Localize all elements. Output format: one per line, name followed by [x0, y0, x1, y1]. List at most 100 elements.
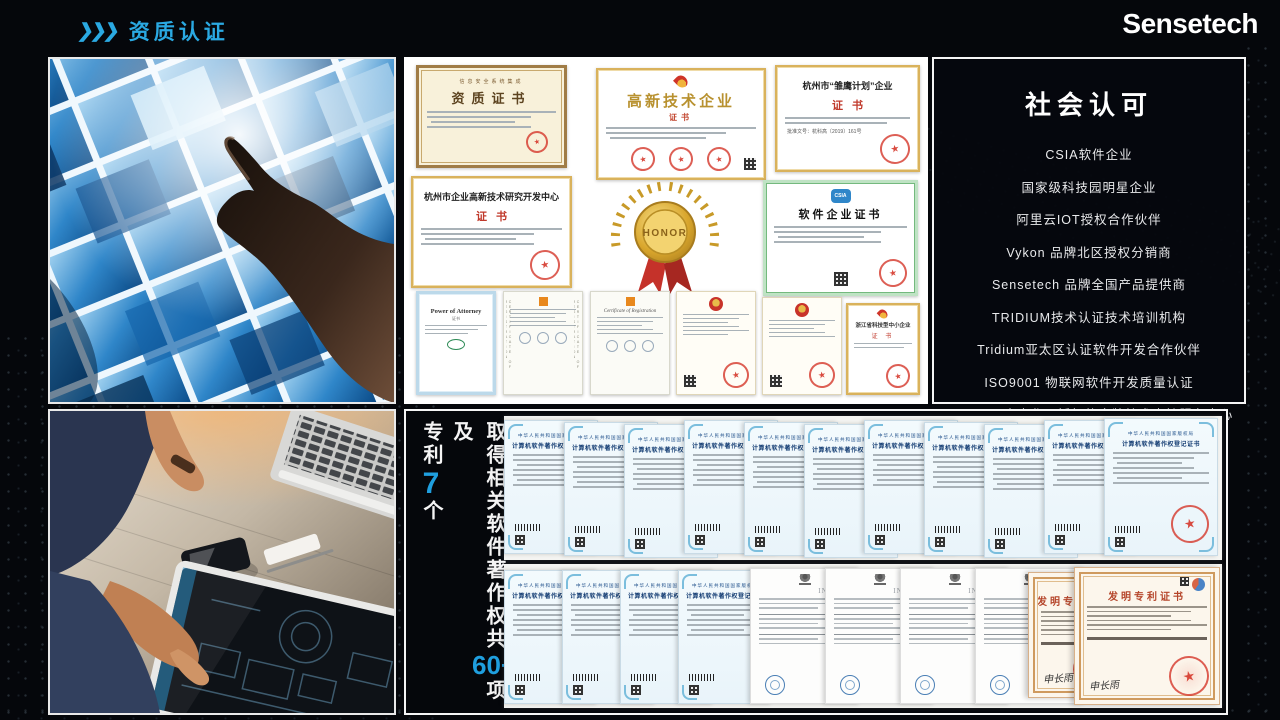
blue-seal: [915, 675, 935, 695]
list-item: TRIDIUM技术认证技术培训机构: [934, 307, 1244, 326]
barcode: [575, 526, 601, 533]
vertical-text: 取得相关软件著作权共: [483, 421, 505, 651]
list-item: Sensetech 品牌全国产品提供商: [934, 274, 1244, 293]
touchscreen-wall-illustration: [50, 59, 394, 402]
barcode: [875, 524, 901, 531]
certificate-chuying: 杭州市“雏鹰计划”企业 证书 批准文号：杭科高〔2019〕161号 ★: [775, 65, 920, 172]
list-item: Vykon 品牌北区授权分销商: [934, 242, 1244, 261]
seal: [447, 339, 465, 350]
sensetech-logo: Sensetech: [1122, 8, 1258, 40]
certificate-title: Certificate of Registration: [591, 309, 669, 314]
red-stamp: ★: [1165, 652, 1212, 699]
qr-code: [684, 375, 696, 387]
certificate-subtitle: 证书: [598, 112, 764, 123]
honor-medal-label: HONOR: [643, 228, 688, 239]
honor-medal: HONOR: [600, 174, 730, 296]
flame-logo-icon: [877, 308, 890, 321]
certificate-registration-cn: CERTIFICATE OF REGISTRATION CERTIFICATE …: [503, 291, 583, 395]
certificate-title: 高新技术企业: [598, 90, 764, 111]
workspace-illustration: [50, 411, 394, 713]
certificate-title: 资质证书: [419, 88, 564, 107]
barcode: [689, 674, 715, 681]
certificate-subtitle: 证 书: [848, 331, 918, 340]
certificate-software-enterprise: CSIA 软件企业证书 ★: [763, 180, 918, 296]
certificate-research-center: 杭州市企业高新技术研究开发中心 证书 ★: [411, 176, 572, 288]
qr-code: [1180, 577, 1189, 586]
qr-code: [689, 685, 699, 695]
qr-code: [631, 685, 641, 695]
qr-code: [995, 539, 1005, 549]
commissioner-signature: 申长雨: [1043, 669, 1074, 686]
social-recognition-list: CSIA软件企业 国家级科技园明星企业 阿里云IOT授权合作伙伴 Vykon 品…: [934, 144, 1244, 423]
blue-seal: [765, 675, 785, 695]
patent-certificates-row: 中华人民共和国国家版权局 计算机软件著作权登记证书 中华人民共和国国家版权局 计…: [504, 564, 1222, 708]
barcode: [755, 526, 781, 533]
qr-code: [770, 375, 782, 387]
list-item: 国家级科技园明星企业: [934, 177, 1244, 196]
certificate-registration-en: Certificate of Registration: [590, 291, 670, 395]
software-copyright-certificate: 中华人民共和国国家版权局 计算机软件著作权登记证书 ★: [1104, 418, 1218, 556]
qr-code: [573, 685, 583, 695]
certificate-gaoxin: 高新技术企业 证书 ★★★: [596, 68, 766, 180]
blue-seal: [990, 675, 1010, 695]
commissioner-signature: 申长雨: [1089, 676, 1120, 693]
vertical-text-column-patents: 专利7个: [420, 421, 442, 709]
blue-seal: [840, 675, 860, 695]
qr-code: [575, 537, 585, 547]
slide-header: ❯❯❯ 资质认证: [78, 16, 229, 46]
invention-patent-certificate: 发明专利证书 申长雨 ★: [1074, 567, 1220, 705]
qr-code: [815, 539, 825, 549]
list-item: CSIA软件企业: [934, 144, 1244, 163]
accreditation-seals: [504, 332, 582, 344]
social-recognition-panel: 社会认可 CSIA软件企业 国家级科技园明星企业 阿里云IOT授权合作伙伴 Vy…: [932, 57, 1246, 404]
list-item: Tridium亚太区认证软件开发合作伙伴: [934, 339, 1244, 358]
flame-logo-icon: [673, 73, 690, 90]
coat-of-arms-icon: [949, 574, 961, 585]
qr-code: [875, 535, 885, 545]
page-title: 资质认证: [129, 16, 229, 46]
accreditation-seals: [591, 340, 669, 352]
qr-code: [935, 537, 945, 547]
certificate-title: 软件企业证书: [766, 206, 915, 222]
qr-code: [744, 158, 756, 170]
certificate-business-license: ★: [676, 291, 756, 395]
cnipa-logo-icon: [1192, 578, 1205, 591]
coat-of-arms-icon: [874, 574, 886, 585]
certificate-side-text: CERTIFICATE OF REGISTRATION: [574, 300, 580, 386]
certificate-zizhi: 信息安全系统集成 资质证书 ★: [416, 65, 567, 168]
vertical-text: 专利: [420, 421, 442, 467]
qr-code: [515, 685, 525, 695]
photo-touchscreen-wall: [48, 57, 396, 404]
national-emblem-icon: [709, 297, 723, 311]
certificate-title: 杭州市企业高新技术研究开发中心: [413, 190, 570, 203]
qr-code: [755, 537, 765, 547]
coat-of-arms-icon: [799, 574, 811, 585]
qr-code: [515, 535, 525, 545]
copyright-certificates-row: 中华人民共和国国家版权局 计算机软件著作权登记证书 中华人民共和国国家版权局 计…: [504, 416, 1222, 560]
list-item: ISO9001 物联网软件开发质量认证: [934, 372, 1244, 391]
slide: ❯❯❯ 资质认证 Sensetech: [0, 0, 1280, 720]
barcode: [695, 524, 721, 531]
barcode: [515, 524, 541, 531]
achievements-vertical-text: 取得相关软件著作权共60+项及 专利7个: [420, 421, 516, 709]
qr-code: [1055, 535, 1065, 545]
chevrons-icon: ❯❯❯: [76, 20, 119, 43]
barcode: [631, 674, 657, 681]
certificate-zhejiang-sme: 浙江省科技型中小企业 证 书 ★: [846, 303, 920, 395]
csia-logo: CSIA: [831, 189, 851, 203]
certificate-subtitle: 证书: [777, 97, 918, 113]
certificates-panel: 信息安全系统集成 资质证书 ★ 高新技术企业 证书 ★★★ 杭州市“雏鹰计划”企…: [404, 57, 928, 404]
qr-code: [695, 535, 705, 545]
barcode: [1055, 524, 1081, 531]
barcode: [573, 674, 599, 681]
barcode: [995, 528, 1021, 535]
certificate-power-of-attorney: Power of Attorney 证书: [416, 291, 496, 395]
particle-dots: [1240, 40, 1280, 720]
barcode: [1115, 526, 1141, 533]
certificate-subtitle: 证书: [413, 208, 570, 224]
stamps: ★★★: [598, 147, 764, 171]
certificate-title: 浙江省科技型中小企业: [848, 321, 918, 329]
certificate-side-text: CERTIFICATE OF REGISTRATION: [506, 300, 512, 386]
certificate-title: 杭州市“雏鹰计划”企业: [777, 79, 918, 92]
registrar-logo: [626, 297, 635, 306]
